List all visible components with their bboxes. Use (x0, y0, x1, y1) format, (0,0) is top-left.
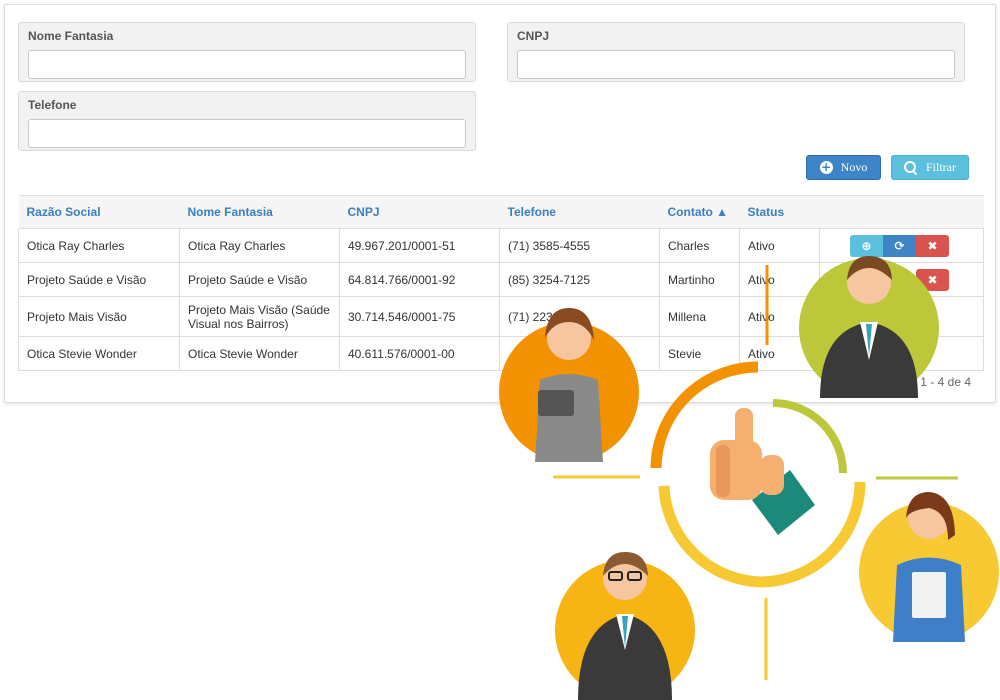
cell-actions (819, 296, 984, 337)
cell-cnpj: 30.714.546/0001-75 (339, 296, 500, 337)
cell-razao: Projeto Saúde e Visão (18, 262, 180, 297)
cell-contato: Stevie (659, 336, 740, 371)
cell-cnpj: 49.967.201/0001-51 (339, 228, 500, 263)
table-header-row: Razão Social Nome Fantasia CNPJ Telefone… (18, 195, 984, 229)
view-button[interactable]: ⊕ (850, 234, 883, 257)
cell-actions (819, 336, 984, 371)
header-status[interactable]: Status (739, 195, 820, 229)
header-telefone[interactable]: Telefone (499, 195, 660, 229)
cell-razao: Otica Ray Charles (18, 228, 180, 263)
telefone-input[interactable] (28, 119, 466, 148)
cell-status: Ativo (739, 296, 820, 337)
cell-cnpj: 40.611.576/0001-00 (339, 336, 500, 371)
nome-fantasia-input[interactable] (28, 50, 466, 79)
cell-status: Ativo (739, 228, 820, 263)
table-row: Otica Stevie Wonder Otica Stevie Wonder … (18, 336, 984, 371)
novo-button[interactable]: + Novo (806, 155, 881, 180)
cell-cnpj: 64.814.766/0001-92 (339, 262, 500, 297)
cnpj-label: CNPJ (517, 29, 550, 43)
cnpj-input[interactable] (517, 50, 955, 79)
refresh-icon: ⟳ (894, 238, 905, 253)
delete-button[interactable]: ✖ (916, 268, 949, 291)
filtrar-button[interactable]: Filtrar (891, 155, 969, 180)
cell-contato: Martinho (659, 262, 740, 297)
cell-contato: Charles (659, 228, 740, 263)
cell-status: Ativo (739, 262, 820, 297)
thumbs-up-icon (710, 408, 815, 535)
cell-fantasia: Projeto Saúde e Visão (179, 262, 340, 297)
cell-actions: ✖ (819, 262, 984, 297)
header-contato[interactable]: Contato ▲ (659, 195, 740, 229)
plus-circle-icon: + (819, 160, 833, 174)
telefone-label: Telefone (28, 98, 77, 112)
cell-razao: Projeto Mais Visão (18, 296, 180, 337)
zoom-in-icon: ⊕ (861, 238, 872, 253)
header-cnpj[interactable]: CNPJ (339, 195, 500, 229)
filtrar-label: Filtrar (926, 160, 956, 174)
cell-telefone: (71) 2233 (499, 296, 660, 337)
close-icon: ✖ (927, 272, 938, 287)
header-actions (819, 195, 984, 229)
table-row: Projeto Mais Visão Projeto Mais Visão (S… (18, 296, 984, 337)
cell-razao: Otica Stevie Wonder (18, 336, 180, 371)
cell-telefone: (85) 3254-7125 (499, 262, 660, 297)
table-row: Projeto Saúde e Visão Projeto Saúde e Vi… (18, 262, 984, 297)
nome-fantasia-label: Nome Fantasia (28, 29, 114, 43)
pagination-info: 1 - 4 de 4 (920, 375, 971, 389)
cell-fantasia: Otica Stevie Wonder (179, 336, 340, 371)
avatar-man-glasses (555, 552, 695, 700)
cell-telefone (499, 336, 660, 371)
cell-fantasia: Projeto Mais Visão (Saúde Visual nos Bai… (179, 296, 340, 337)
search-panel: Nome Fantasia CNPJ Telefone + Novo Filtr… (4, 4, 996, 403)
cell-fantasia: Otica Ray Charles (179, 228, 340, 263)
search-icon (904, 160, 918, 175)
header-razao-social[interactable]: Razão Social (18, 195, 180, 229)
novo-label: Novo (840, 160, 868, 174)
avatar-woman-documents (859, 492, 999, 642)
cell-telefone: (71) 3585-4555 (499, 228, 660, 263)
filter-cnpj: CNPJ (507, 22, 965, 82)
filter-nome-fantasia: Nome Fantasia (18, 22, 476, 82)
delete-button[interactable]: ✖ (916, 234, 949, 257)
cell-status: Ativo (739, 336, 820, 371)
cell-contato: Millena (659, 296, 740, 337)
refresh-button[interactable]: ⟳ (883, 234, 916, 257)
filter-telefone: Telefone (18, 91, 476, 151)
table-row: Otica Ray Charles Otica Ray Charles 49.9… (18, 228, 984, 263)
header-nome-fantasia[interactable]: Nome Fantasia (179, 195, 340, 229)
cell-actions: ⊕ ⟳ ✖ (819, 228, 984, 263)
results-table: Razão Social Nome Fantasia CNPJ Telefone… (18, 195, 984, 371)
close-icon: ✖ (927, 238, 938, 253)
